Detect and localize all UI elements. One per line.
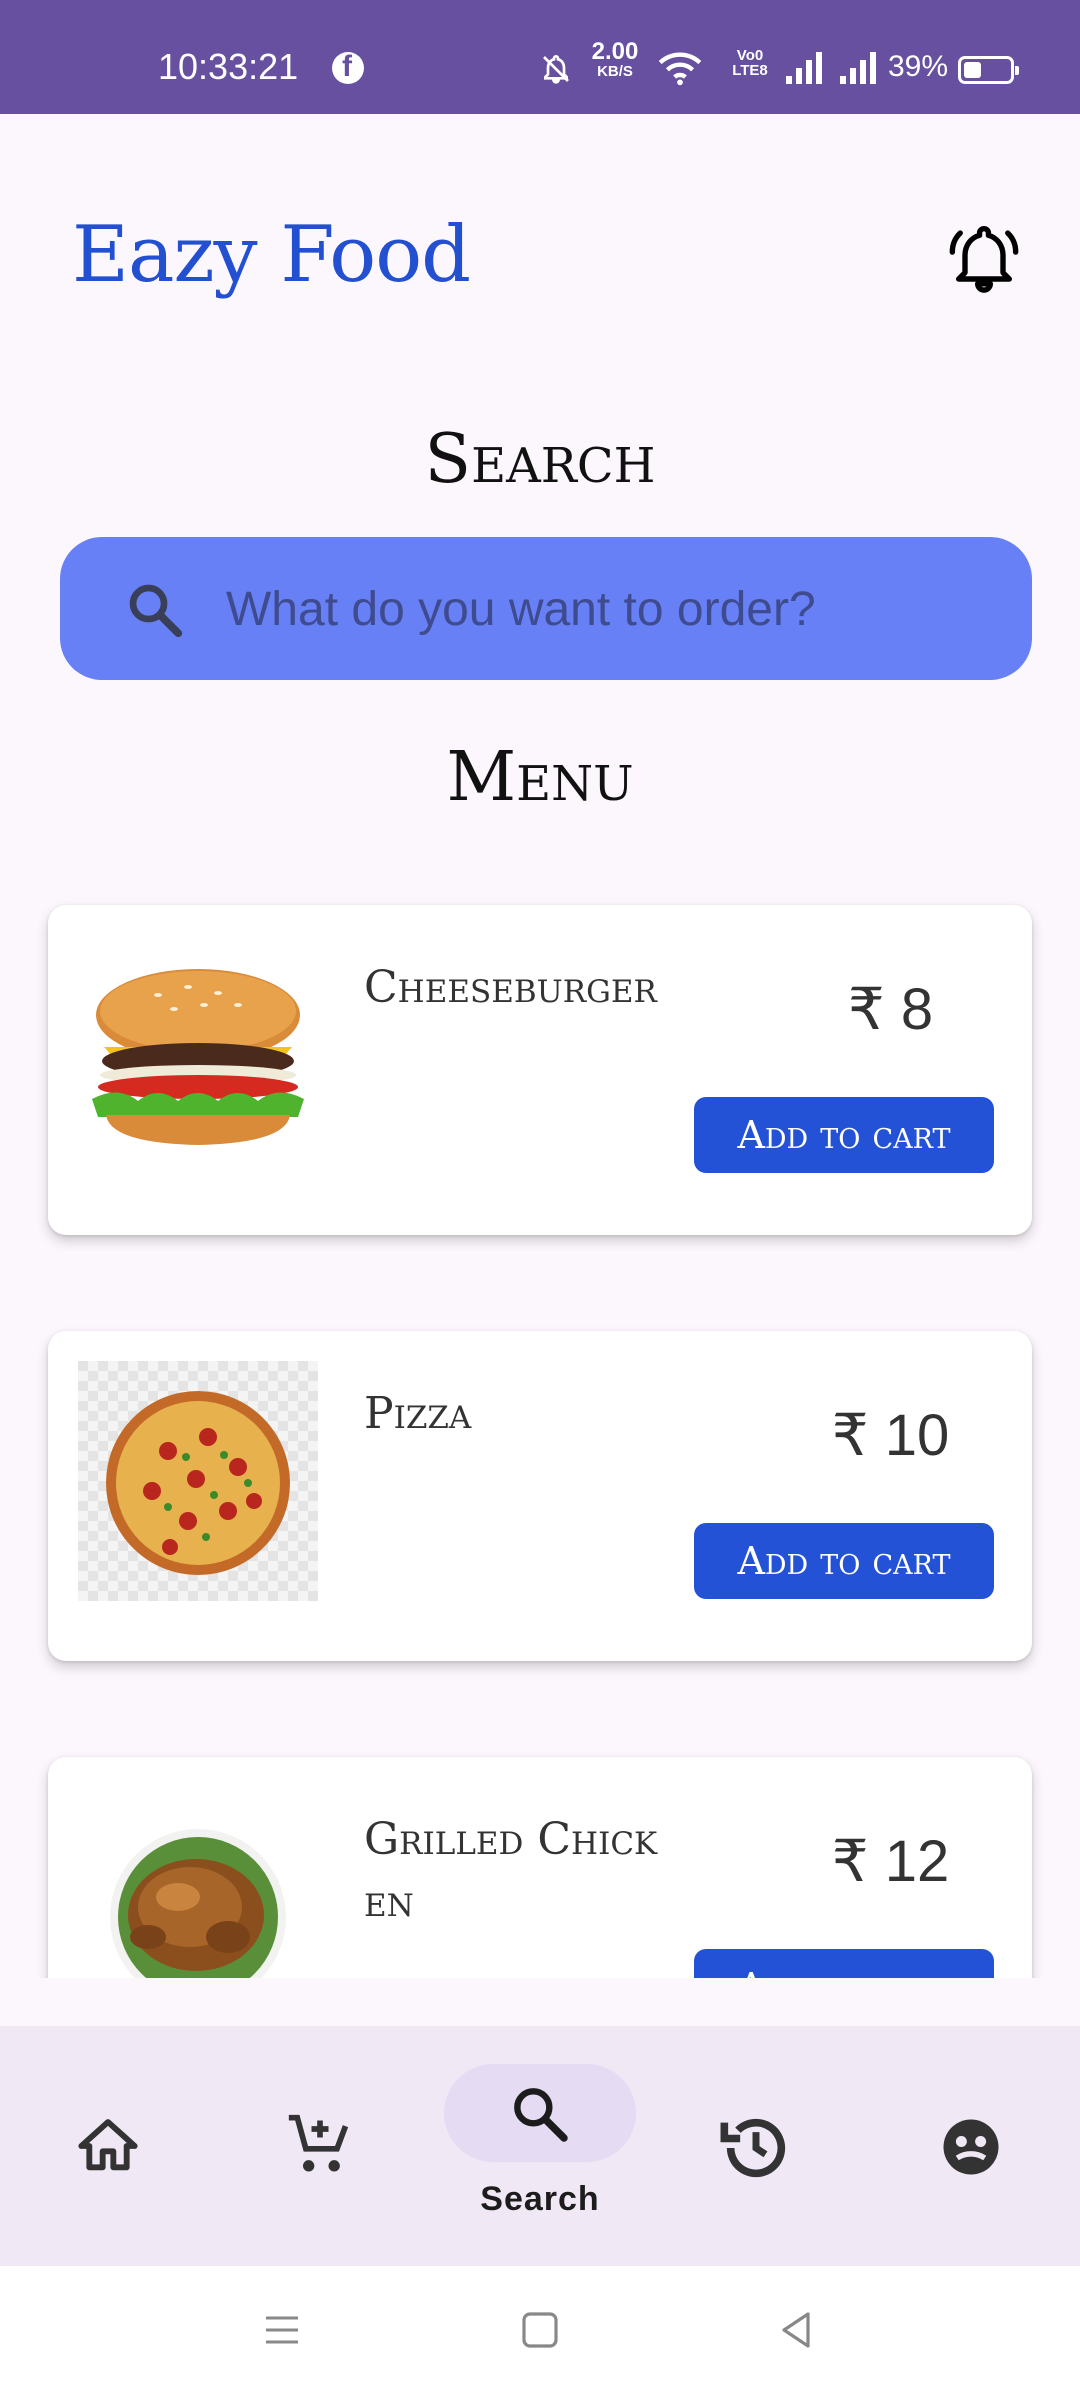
status-time: 10:33:21 [158,46,299,87]
search-section-title: Search [424,420,656,499]
menu-item-price: ₹ 12 [831,1829,950,1894]
volte-indicator: Vo0 LTE8 [732,47,768,79]
mute-bell-icon [543,55,569,84]
menu-item-price: ₹ 8 [847,977,934,1042]
chicken-image [110,1829,286,1978]
cart-icon[interactable] [286,2112,354,2180]
menu-item-name: Grilled Chicken [364,1814,658,1927]
status-icons: 2.00 KB/S Vo0 LTE8 39% [540,40,1080,90]
home-square-icon[interactable] [520,2310,560,2350]
facebook-icon [332,50,364,84]
status-bar: 10:33:21 2.00 KB/S Vo0 LTE8 39% [0,0,1080,114]
menu-item-name: Cheeseburger [364,962,657,1013]
menu-item-name: Pizza [364,1388,472,1439]
nav-search-label[interactable]: Search [380,2180,700,2219]
menu-section-title: Menu [446,738,634,817]
burger-image [92,969,304,1145]
menu-item-card: Cheeseburger ₹ 8 Add to cart [48,905,1032,1235]
battery-percent: 39% [888,50,949,83]
bottom-navigation: Search [0,2026,1080,2266]
app-title: Eazy Food [72,210,471,300]
search-icon[interactable] [508,2082,572,2146]
network-speed: 2.00 KB/S [591,38,639,80]
signal-icon [840,52,876,84]
system-navigation-bar [0,2266,1080,2400]
search-input[interactable] [226,571,986,647]
menu-item-price: ₹ 10 [831,1403,950,1468]
pizza-image [78,1361,318,1601]
home-icon[interactable] [76,2114,140,2178]
history-icon[interactable] [718,2110,794,2186]
menu-icon[interactable] [262,2310,302,2350]
menu-list[interactable]: Cheeseburger ₹ 8 Add to cart Pizza ₹ 10 … [0,880,1080,1978]
menu-item-card: Grilled Chicken ₹ 12 Add to cart [48,1757,1032,1978]
signal-icon [786,52,822,84]
add-to-cart-button[interactable]: Add to cart [694,1523,994,1599]
back-triangle-icon[interactable] [776,2310,816,2350]
wifi-icon [658,52,702,86]
search-icon [129,584,183,638]
add-to-cart-button[interactable]: Add to cart [694,1949,994,1978]
add-to-cart-button[interactable]: Add to cart [694,1097,994,1173]
menu-item-card: Pizza ₹ 10 Add to cart [48,1331,1032,1661]
bell-icon[interactable] [946,222,1022,298]
battery-icon [958,56,1019,84]
search-bar[interactable] [60,537,1032,680]
face-icon[interactable] [938,2114,1004,2180]
